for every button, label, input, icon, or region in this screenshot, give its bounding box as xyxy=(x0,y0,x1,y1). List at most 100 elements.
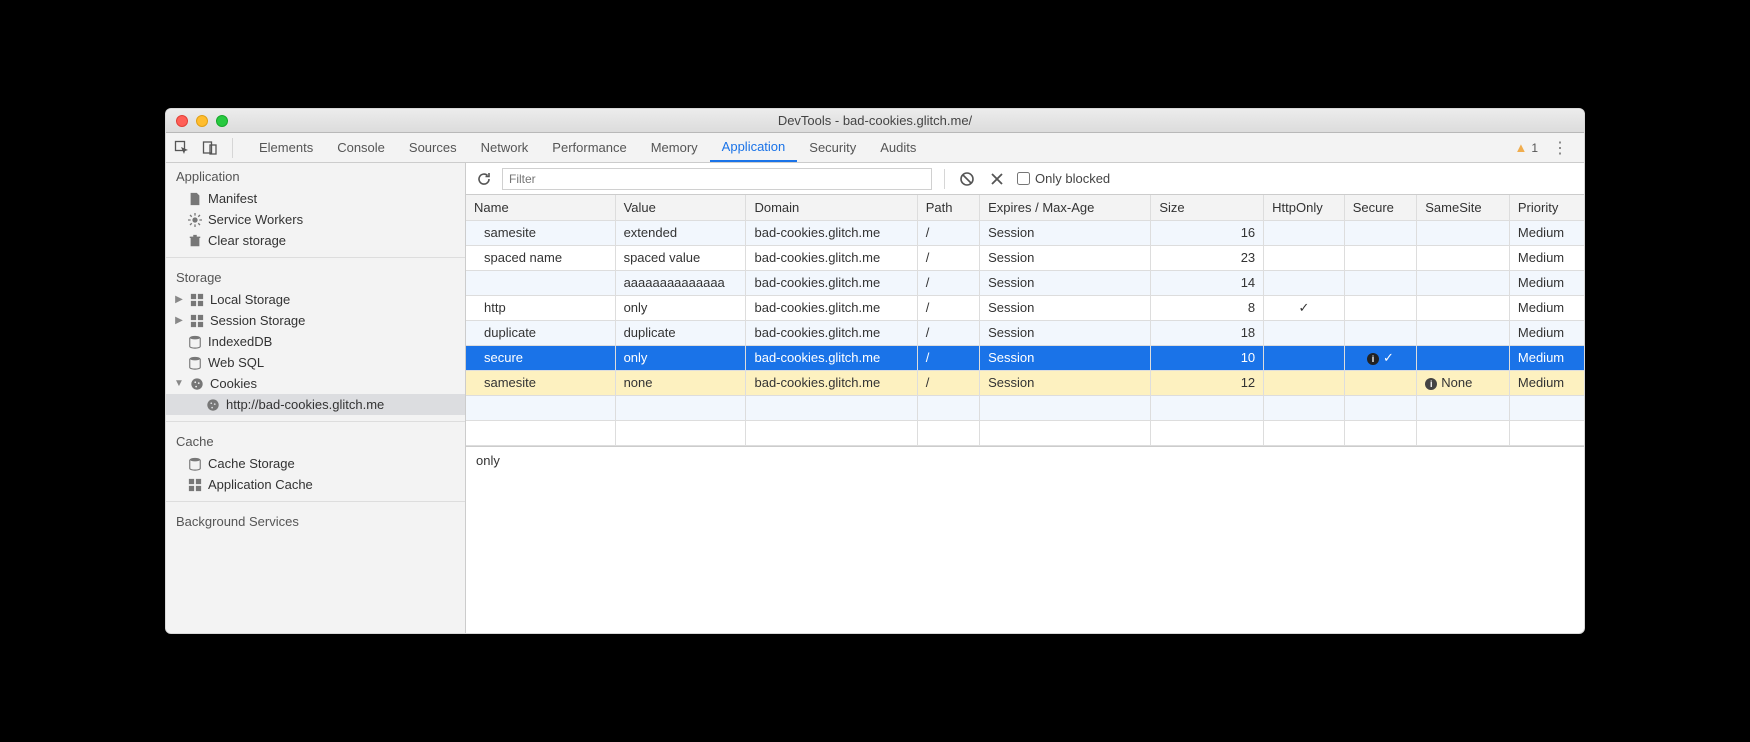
inspect-element-icon[interactable] xyxy=(172,138,192,158)
cell: Medium xyxy=(1509,320,1584,345)
more-options-button[interactable]: ⋮ xyxy=(1548,138,1572,158)
cell: spaced value xyxy=(615,245,746,270)
device-toolbar-icon[interactable] xyxy=(200,138,220,158)
expand-arrow-icon: ▶ xyxy=(174,315,184,326)
cell xyxy=(1264,395,1345,420)
tab-sources[interactable]: Sources xyxy=(397,133,469,162)
col-path[interactable]: Path xyxy=(917,195,979,220)
table-row[interactable]: samesitenonebad-cookies.glitch.me/Sessio… xyxy=(466,370,1584,395)
table-row[interactable]: aaaaaaaaaaaaaabad-cookies.glitch.me/Sess… xyxy=(466,270,1584,295)
cell: only xyxy=(615,345,746,370)
col-value[interactable]: Value xyxy=(615,195,746,220)
col-secure[interactable]: Secure xyxy=(1344,195,1417,220)
only-blocked-checkbox[interactable] xyxy=(1017,172,1030,185)
cell: bad-cookies.glitch.me xyxy=(746,345,917,370)
cell: bad-cookies.glitch.me xyxy=(746,270,917,295)
cell xyxy=(1417,320,1510,345)
only-blocked-toggle[interactable]: Only blocked xyxy=(1017,171,1110,186)
sidebar-item-label: Web SQL xyxy=(208,355,264,370)
cell: / xyxy=(917,295,979,320)
cell: 16 xyxy=(1151,220,1264,245)
cell: samesite xyxy=(466,220,615,245)
sidebar-item-manifest[interactable]: Manifest xyxy=(166,188,465,209)
sidebar-item-session-storage[interactable]: ▶ Session Storage xyxy=(166,310,465,331)
col-samesite[interactable]: SameSite xyxy=(1417,195,1510,220)
sidebar-item-cache-storage[interactable]: Cache Storage xyxy=(166,453,465,474)
cell xyxy=(1264,370,1345,395)
sidebar-item-websql[interactable]: Web SQL xyxy=(166,352,465,373)
database-icon xyxy=(188,457,202,471)
cell: bad-cookies.glitch.me xyxy=(746,245,917,270)
cookie-icon xyxy=(190,377,204,391)
table-row[interactable]: spaced namespaced valuebad-cookies.glitc… xyxy=(466,245,1584,270)
sidebar-item-label: Session Storage xyxy=(210,313,305,328)
tab-console[interactable]: Console xyxy=(325,133,397,162)
sidebar-item-label: Clear storage xyxy=(208,233,286,248)
collapse-arrow-icon: ▼ xyxy=(174,378,184,389)
table-row[interactable]: secureonlybad-cookies.glitch.me/Session1… xyxy=(466,345,1584,370)
tab-network[interactable]: Network xyxy=(469,133,541,162)
maximize-window-button[interactable] xyxy=(216,115,228,127)
clear-all-button[interactable] xyxy=(957,169,977,189)
warnings-indicator[interactable]: ▲ 1 xyxy=(1514,140,1538,155)
sidebar-item-label: Service Workers xyxy=(208,212,303,227)
cell: ✓ xyxy=(1264,295,1345,320)
close-window-button[interactable] xyxy=(176,115,188,127)
table-row[interactable]: duplicateduplicatebad-cookies.glitch.me/… xyxy=(466,320,1584,345)
sidebar-item-local-storage[interactable]: ▶ Local Storage xyxy=(166,289,465,310)
col-expires[interactable]: Expires / Max-Age xyxy=(980,195,1151,220)
cell xyxy=(466,270,615,295)
panel-tabs: Elements Console Sources Network Perform… xyxy=(247,133,928,162)
cell xyxy=(1417,270,1510,295)
cell xyxy=(1264,220,1345,245)
table-row-empty xyxy=(466,395,1584,420)
tab-security[interactable]: Security xyxy=(797,133,868,162)
expand-arrow-icon: ▶ xyxy=(174,294,184,305)
refresh-button[interactable] xyxy=(474,169,494,189)
cell: 18 xyxy=(1151,320,1264,345)
table-row[interactable]: httponlybad-cookies.glitch.me/Session8✓M… xyxy=(466,295,1584,320)
col-priority[interactable]: Priority xyxy=(1509,195,1584,220)
tab-performance[interactable]: Performance xyxy=(540,133,638,162)
tab-audits[interactable]: Audits xyxy=(868,133,928,162)
database-icon xyxy=(188,356,202,370)
table-row-empty xyxy=(466,420,1584,445)
sidebar-item-service-workers[interactable]: Service Workers xyxy=(166,209,465,230)
sidebar-item-indexeddb[interactable]: IndexedDB xyxy=(166,331,465,352)
cell xyxy=(1344,295,1417,320)
cell: / xyxy=(917,320,979,345)
sidebar-item-label: Manifest xyxy=(208,191,257,206)
gear-icon xyxy=(188,213,202,227)
sidebar-item-cookie-origin[interactable]: http://bad-cookies.glitch.me xyxy=(166,394,465,415)
cell xyxy=(1151,420,1264,445)
cell: Medium xyxy=(1509,345,1584,370)
col-size[interactable]: Size xyxy=(1151,195,1264,220)
delete-selected-button[interactable] xyxy=(987,169,1007,189)
cell xyxy=(1417,220,1510,245)
cell: Session xyxy=(980,270,1151,295)
sidebar-item-label: IndexedDB xyxy=(208,334,272,349)
database-icon xyxy=(188,335,202,349)
sidebar-item-label: http://bad-cookies.glitch.me xyxy=(226,397,384,412)
cell xyxy=(1417,345,1510,370)
cell: Session xyxy=(980,220,1151,245)
sidebar-item-clear-storage[interactable]: Clear storage xyxy=(166,230,465,251)
col-domain[interactable]: Domain xyxy=(746,195,917,220)
filter-input[interactable] xyxy=(502,168,932,190)
info-icon: i xyxy=(1425,378,1437,390)
cell xyxy=(980,395,1151,420)
tab-application[interactable]: Application xyxy=(710,133,798,162)
table-row[interactable]: samesiteextendedbad-cookies.glitch.me/Se… xyxy=(466,220,1584,245)
cell: duplicate xyxy=(466,320,615,345)
cell xyxy=(1509,395,1584,420)
minimize-window-button[interactable] xyxy=(196,115,208,127)
sidebar-item-application-cache[interactable]: Application Cache xyxy=(166,474,465,495)
tab-memory[interactable]: Memory xyxy=(639,133,710,162)
col-httponly[interactable]: HttpOnly xyxy=(1264,195,1345,220)
col-name[interactable]: Name xyxy=(466,195,615,220)
sidebar-item-cookies[interactable]: ▼ Cookies xyxy=(166,373,465,394)
cell xyxy=(1509,420,1584,445)
tab-elements[interactable]: Elements xyxy=(247,133,325,162)
cell xyxy=(917,420,979,445)
cell: bad-cookies.glitch.me xyxy=(746,220,917,245)
